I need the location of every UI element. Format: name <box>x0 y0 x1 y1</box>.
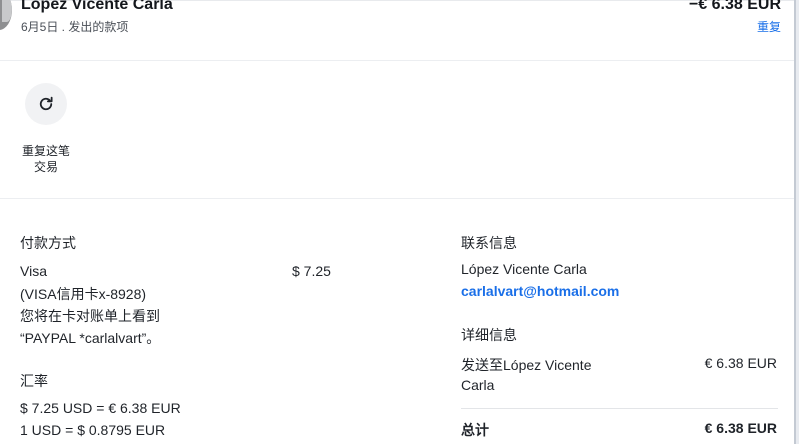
payment-method-heading: 付款方式 <box>20 235 76 251</box>
statement-note: 您将在卡对账单上看到 <box>20 308 160 324</box>
total-label: 总计 <box>461 422 489 438</box>
divider <box>0 198 794 199</box>
details-heading: 详细信息 <box>461 327 517 343</box>
total-amount: € 6.38 EUR <box>704 420 777 436</box>
refresh-icon <box>39 96 53 111</box>
exchange-rate-heading: 汇率 <box>20 373 48 389</box>
transaction-amount: −€ 6.38 EUR <box>688 0 781 13</box>
statement-descriptor: “PAYPAL *carlalvart”。 <box>20 330 161 346</box>
transaction-date-type: 6月5日 . 发出的款项 <box>21 20 129 34</box>
avatar <box>0 0 12 30</box>
sent-amount: € 6.38 EUR <box>704 355 777 371</box>
payment-method-name: Visa <box>20 263 47 279</box>
payment-amount: $ 7.25 <box>292 263 331 279</box>
payee-name: López Vicente Carla <box>21 0 173 13</box>
sent-to-name: Carla <box>461 377 495 393</box>
contact-name: López Vicente Carla <box>461 261 587 277</box>
total-divider <box>461 408 778 409</box>
sent-to-label: 发送至López Vicente <box>461 357 592 373</box>
repeat-transaction-button[interactable] <box>25 83 67 125</box>
exchange-conversion: $ 7.25 USD = € 6.38 EUR <box>20 400 181 416</box>
divider <box>0 60 794 61</box>
contact-heading: 联系信息 <box>461 235 517 251</box>
exchange-rate: 1 USD = $ 0.8795 EUR <box>20 422 166 438</box>
repeat-transaction-label[interactable]: 重复这笔 交易 <box>17 143 75 175</box>
scrollbar[interactable] <box>794 0 799 444</box>
card-info: (VISA信用卡x-8928) <box>20 286 147 302</box>
repeat-link[interactable]: 重复 <box>757 18 781 35</box>
contact-email-link[interactable]: carlalvart@hotmail.com <box>461 283 619 299</box>
